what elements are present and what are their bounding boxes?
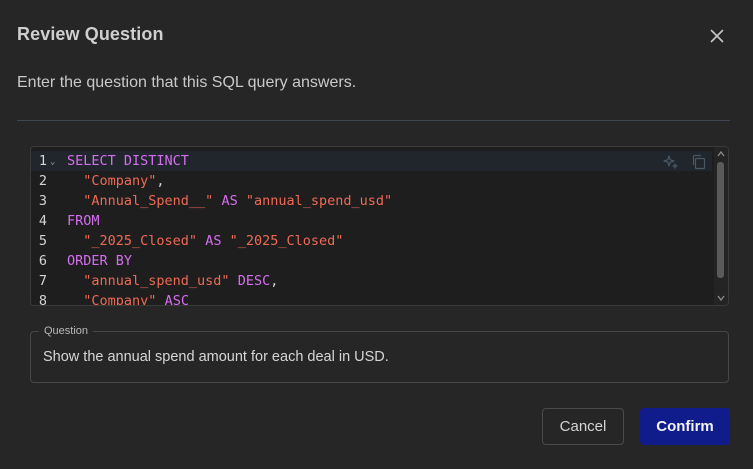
chevron-down-icon[interactable]: ⌄: [50, 152, 55, 172]
sql-identifier: "Company": [83, 173, 157, 189]
code-text: "Company",: [67, 171, 165, 191]
scroll-down-icon[interactable]: [717, 294, 725, 302]
sql-identifier: "Annual_Spend__": [83, 193, 214, 209]
code-text: ORDER BY: [67, 251, 132, 271]
cancel-button[interactable]: Cancel: [542, 408, 624, 445]
code-line[interactable]: 5 "_2025_Closed" AS "_2025_Closed": [31, 231, 712, 251]
sql-keyword: FROM: [67, 213, 100, 229]
code-line[interactable]: 7 "annual_spend_usd" DESC,: [31, 271, 712, 291]
sql-punctuation: [67, 293, 83, 305]
dialog-title: Review Question: [17, 24, 164, 44]
sql-punctuation: [238, 193, 246, 209]
sql-keyword: ORDER BY: [67, 253, 133, 269]
line-number: 4: [38, 213, 47, 229]
scroll-up-icon[interactable]: [717, 150, 725, 158]
code-line[interactable]: 2 "Company",: [31, 171, 712, 191]
scroll-thumb[interactable]: [717, 162, 724, 278]
code-line[interactable]: 4 FROM: [31, 211, 712, 231]
code-text: "_2025_Closed" AS "_2025_Closed": [67, 231, 343, 251]
sql-identifier: "annual_spend_usd": [83, 273, 230, 289]
line-number: 6: [38, 253, 47, 269]
divider: [17, 120, 730, 121]
code-line[interactable]: 1 ⌄ SELECT DISTINCT: [31, 151, 712, 171]
sql-punctuation: [67, 193, 83, 209]
code-text: "Annual_Spend__" AS "annual_spend_usd": [67, 191, 392, 211]
review-question-dialog: Review Question Enter the question that …: [0, 0, 753, 469]
sql-keyword: AS: [221, 193, 238, 209]
question-input[interactable]: Show the annual spend amount for each de…: [43, 349, 389, 365]
line-number: 8: [38, 293, 47, 306]
sql-punctuation: [67, 173, 83, 189]
confirm-button[interactable]: Confirm: [640, 408, 730, 445]
sql-keyword: ASC: [164, 293, 189, 306]
editor-scrollbar[interactable]: [714, 147, 728, 305]
question-label: Question: [39, 324, 94, 338]
sql-punctuation: [221, 233, 229, 249]
close-icon: [710, 29, 724, 43]
sql-keyword: DESC: [237, 273, 271, 289]
sql-punctuation: [67, 233, 83, 249]
sql-identifier: "_2025_Closed": [83, 233, 198, 249]
sql-keyword: AS: [205, 233, 222, 249]
code-lines[interactable]: 1 ⌄ SELECT DISTINCT 2 "Company", 3 "Annual_S…: [31, 151, 712, 306]
code-text: "Company" ASC: [67, 291, 189, 306]
sql-punctuation: [67, 273, 83, 289]
code-line[interactable]: 3 "Annual_Spend__" AS "annual_spend_usd": [31, 191, 712, 211]
code-text: SELECT DISTINCT: [67, 151, 189, 171]
code-line[interactable]: 6 ORDER BY: [31, 251, 712, 271]
sql-identifier: "Company": [83, 293, 157, 306]
copy-icon[interactable]: [691, 154, 707, 170]
sql-keyword: SELECT DISTINCT: [67, 153, 189, 169]
line-number: 2: [38, 173, 47, 189]
sql-identifier: "annual_spend_usd": [245, 193, 393, 209]
line-number: 3: [38, 193, 47, 209]
line-number: 1: [38, 153, 47, 169]
sql-punctuation: [197, 233, 205, 249]
sql-identifier: "_2025_Closed": [229, 233, 344, 249]
sparkle-icon[interactable]: [663, 154, 679, 170]
code-text: FROM: [67, 211, 100, 231]
sql-code-editor[interactable]: 1 ⌄ SELECT DISTINCT 2 "Company", 3 "Annual_S…: [30, 146, 729, 306]
dialog-subtitle: Enter the question that this SQL query a…: [17, 74, 357, 91]
sql-punctuation: [156, 293, 164, 305]
sql-punctuation: [230, 273, 238, 289]
question-field[interactable]: Question Show the annual spend amount fo…: [30, 324, 729, 383]
close-button[interactable]: [706, 25, 728, 47]
line-number: 7: [38, 273, 47, 289]
line-number: 5: [38, 233, 47, 249]
sql-punctuation: ,: [156, 173, 165, 189]
sql-punctuation: ,: [270, 273, 279, 289]
code-line[interactable]: 8 "Company" ASC: [31, 291, 712, 306]
code-text: "annual_spend_usd" DESC,: [67, 271, 278, 291]
